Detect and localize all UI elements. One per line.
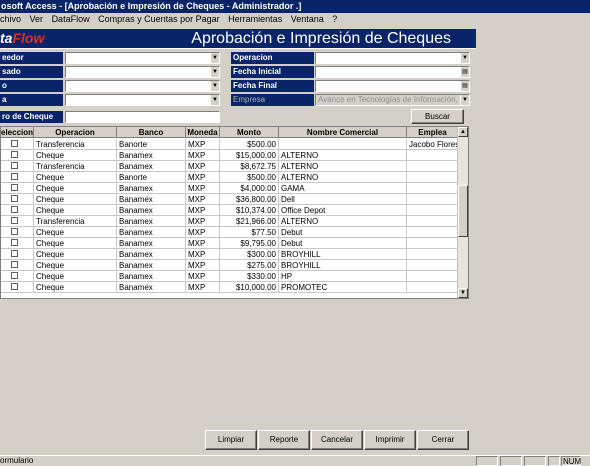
select-checkbox[interactable] (11, 140, 18, 147)
table-row[interactable]: Cheque Banamex MXP $275.00 BROYHILL (1, 260, 459, 271)
cerrar-button[interactable]: Cerrar (417, 430, 469, 450)
menu-dataflow[interactable]: DataFlow (52, 14, 90, 24)
select-checkbox[interactable] (11, 162, 18, 169)
tipo-combo[interactable]: ▼ (65, 80, 220, 92)
table-row[interactable]: Cheque Banamex MXP $77.50 Debut (1, 227, 459, 238)
select-checkbox[interactable] (11, 283, 18, 290)
table-row[interactable]: Cheque Banamex MXP $300.00 BROYHILL (1, 249, 459, 260)
banca-combo[interactable]: ▼ (65, 94, 220, 106)
cheques-grid: eleccion Operacion Banco Moneda Monto No… (0, 126, 469, 299)
menu-help[interactable]: ? (332, 14, 337, 24)
header-banner: taFlow Aprobación e Impresión de Cheques (0, 29, 476, 49)
select-checkbox[interactable] (11, 206, 18, 213)
col-moneda[interactable]: Moneda (186, 127, 220, 138)
fecha-inicial-field[interactable]: ▤ (315, 66, 470, 78)
table-row[interactable]: Cheque Banamex MXP $10,374.00 Office Dep… (1, 205, 459, 216)
table-row[interactable]: Cheque Banamex MXP $9,795.00 Debut (1, 238, 459, 249)
select-checkbox[interactable] (11, 217, 18, 224)
status-text: ormulario (0, 456, 34, 465)
label-fecha-final: Fecha Final (231, 80, 314, 92)
dataflow-logo: taFlow (0, 30, 45, 46)
menu-ventana[interactable]: Ventana (291, 14, 324, 24)
window-title: osoft Access - [Aprobación e Impresión d… (0, 0, 590, 13)
chevron-down-icon[interactable]: ▼ (460, 53, 469, 63)
select-checkbox[interactable] (11, 250, 18, 257)
select-checkbox[interactable] (11, 173, 18, 180)
chevron-down-icon[interactable]: ▼ (460, 95, 469, 105)
table-row[interactable]: Cheque Banorte MXP $500.00 ALTERNO (1, 172, 459, 183)
proveedor-combo[interactable]: ▼ (65, 52, 220, 64)
status-panel (500, 456, 522, 466)
label-numero-cheque: ro de Cheque (0, 111, 63, 123)
reporte-button[interactable]: Reporte (258, 430, 310, 450)
select-checkbox[interactable] (11, 239, 18, 246)
table-row[interactable]: Transferencia Banamex MXP $8,672.75 ALTE… (1, 161, 459, 172)
col-seleccion[interactable]: eleccion (1, 127, 34, 138)
label-banca: a (0, 94, 63, 106)
chevron-down-icon[interactable]: ▼ (210, 53, 219, 63)
label-empresa: Empresa (231, 94, 314, 106)
estado-combo[interactable]: ▼ (65, 66, 220, 78)
status-panel (476, 456, 498, 466)
status-panel (548, 456, 560, 466)
page-title: Aprobación e Impresión de Cheques (191, 30, 451, 47)
label-proveedor: eedor (0, 52, 63, 64)
col-banco[interactable]: Banco (117, 127, 186, 138)
table-row[interactable]: Transferencia Banamex MXP $21,966.00 ALT… (1, 216, 459, 227)
select-checkbox[interactable] (11, 184, 18, 191)
chevron-down-icon[interactable]: ▼ (210, 95, 219, 105)
menu-compras[interactable]: Compras y Cuentas por Pagar (98, 14, 220, 24)
scroll-down-icon[interactable]: ▼ (458, 288, 468, 298)
grid-vertical-scrollbar[interactable]: ▲ ▼ (457, 127, 468, 298)
menu-archivo[interactable]: chivo (0, 14, 21, 24)
col-monto[interactable]: Monto (220, 127, 279, 138)
table-row[interactable]: Cheque Banamex MXP $330.00 HP (1, 271, 459, 282)
limpiar-button[interactable]: Limpiar (205, 430, 257, 450)
table-row[interactable]: Cheque Banamex MXP $36,800.00 Dell (1, 194, 459, 205)
imprimir-button[interactable]: Imprimir (364, 430, 416, 450)
menu-bar: chivo Ver DataFlow Compras y Cuentas por… (0, 13, 590, 26)
col-operacion[interactable]: Operacion (34, 127, 117, 138)
select-checkbox[interactable] (11, 195, 18, 202)
grid-header: eleccion Operacion Banco Moneda Monto No… (1, 127, 468, 138)
status-bar: ormulario NUM (0, 455, 590, 466)
select-checkbox[interactable] (11, 228, 18, 235)
operacion-combo[interactable]: ▼ (315, 52, 470, 64)
label-tipo: o (0, 80, 63, 92)
scroll-thumb[interactable] (458, 185, 468, 237)
col-empleado[interactable]: Emplea (407, 127, 459, 138)
menu-ver[interactable]: Ver (30, 14, 44, 24)
fecha-final-field[interactable]: ▤ (315, 80, 470, 92)
col-nombre-comercial[interactable]: Nombre Comercial (279, 127, 407, 138)
chevron-down-icon[interactable]: ▼ (210, 81, 219, 91)
menu-herramientas[interactable]: Herramientas (228, 14, 282, 24)
chevron-down-icon[interactable]: ▼ (210, 67, 219, 77)
label-estado: sado (0, 66, 63, 78)
numero-cheque-input[interactable] (65, 111, 220, 123)
table-row[interactable]: Cheque Banamex MXP $4,000.00 GAMA (1, 183, 459, 194)
num-lock-indicator: NUM (561, 456, 582, 466)
table-row[interactable]: Cheque Banamex MXP $15,000.00 ALTERNO (1, 150, 459, 161)
status-panel (524, 456, 546, 466)
empresa-combo[interactable]: Avance en Tecnologías de Información, SA… (315, 94, 470, 106)
search-button[interactable]: Buscar (411, 109, 464, 124)
label-operacion: Operacion (231, 52, 314, 64)
label-fecha-inicial: Fecha Inicial (231, 66, 314, 78)
select-checkbox[interactable] (11, 272, 18, 279)
table-row[interactable]: Transferencia Banorte MXP $500.00 Jacobo… (1, 139, 459, 150)
calendar-icon[interactable]: ▤ (460, 81, 469, 91)
scroll-up-icon[interactable]: ▲ (458, 127, 468, 137)
cancelar-button[interactable]: Cancelar (311, 430, 363, 450)
select-checkbox[interactable] (11, 151, 18, 158)
select-checkbox[interactable] (11, 261, 18, 268)
calendar-icon[interactable]: ▤ (460, 67, 469, 77)
table-row[interactable]: Cheque Banamex MXP $10,000.00 PROMOTEC (1, 282, 459, 293)
